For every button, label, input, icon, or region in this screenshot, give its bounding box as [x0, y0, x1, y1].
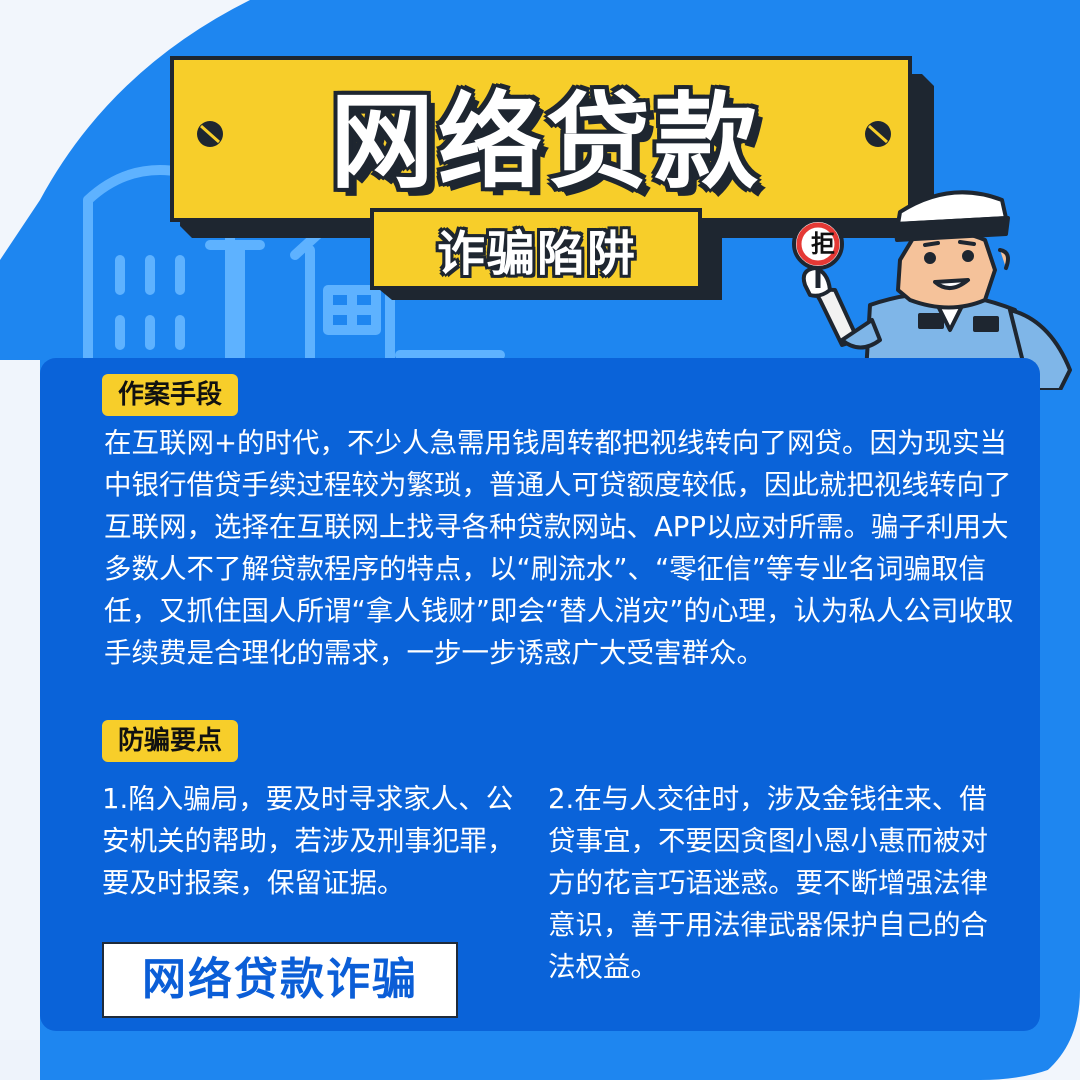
method-description: 在互联网+的时代，不少人急需用钱周转都把视线转向了网贷。因为现实当中银行借贷手续…	[104, 427, 1014, 669]
footer-label-box: 网络贷款诈骗	[102, 942, 458, 1018]
prevention-tip-2: 2.在与人交往时，涉及金钱往来、借贷事宜，不要因贪图小恩小惠而被对方的花言巧语迷…	[548, 783, 988, 983]
section-tag-method: 作案手段	[102, 374, 239, 416]
refuse-sign-text: 拒	[811, 230, 835, 258]
page: 网络贷款 诈骗陷阱 拒 作案手段 在互联网+的时代，不少人急需用钱周转都把视线转…	[0, 0, 1080, 1080]
banner-title: 网络贷款	[330, 81, 763, 203]
prevention-tip-1: 1.陷入骗局，要及时寻求家人、公安机关的帮助，若涉及刑事犯罪，要及时报案，保留证…	[102, 783, 515, 899]
footer-label: 网络贷款诈骗	[142, 954, 418, 1005]
section-tag-prevention: 防骗要点	[102, 720, 239, 762]
police-officer-illustration	[792, 190, 1072, 390]
banner-subtitle: 诈骗陷阱	[437, 226, 638, 282]
